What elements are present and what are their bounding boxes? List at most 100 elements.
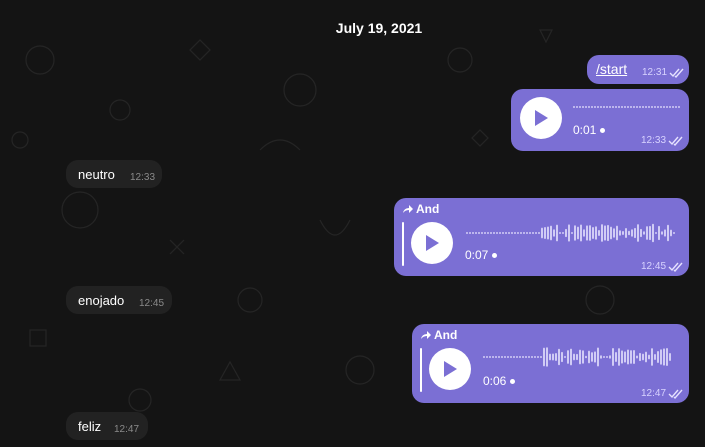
waveform-bar — [505, 232, 507, 234]
waveform-bar — [634, 227, 636, 239]
duration-text: 0:06 — [483, 374, 507, 388]
waveform-bar — [597, 106, 599, 108]
waveform-bar — [630, 350, 632, 364]
waveform-bar — [655, 232, 657, 234]
forward-arrow-icon — [403, 204, 413, 213]
waveform-bar — [612, 106, 614, 108]
waveform-bar — [673, 232, 675, 234]
waveform-bar — [487, 232, 489, 234]
waveform-bar — [669, 352, 671, 362]
waveform-bar — [663, 106, 665, 108]
double-check-icon — [668, 389, 683, 399]
waveform-bar — [660, 106, 662, 108]
waveform-bar — [630, 106, 632, 108]
waveform-bar — [495, 356, 497, 358]
start-command-link[interactable]: /start — [596, 61, 627, 77]
waveform-bar — [558, 348, 560, 366]
waveform-bar — [571, 232, 573, 234]
waveform-bar — [525, 356, 527, 358]
waveform-bar — [570, 348, 572, 366]
waveform-bar — [604, 225, 606, 241]
waveform-bar — [643, 231, 645, 235]
waveform-bar — [568, 224, 570, 242]
duration-text: 0:01 — [573, 123, 597, 137]
message-meta: 12:47 — [641, 388, 684, 399]
waveform-bar — [639, 352, 641, 362]
waveform-bar — [481, 232, 483, 234]
waveform-bar — [511, 232, 513, 234]
unplayed-dot — [492, 252, 498, 258]
voice-message-1[interactable]: 0:01 12:33 — [511, 89, 689, 151]
waveform-bar — [603, 106, 605, 108]
message-feliz[interactable]: feliz 12:47 — [66, 412, 148, 440]
waveform-bar — [526, 232, 528, 234]
waveform-bar — [660, 349, 662, 365]
message-enojado[interactable]: enojado 12:45 — [66, 286, 172, 314]
waveform-bar — [486, 356, 488, 358]
waveform-bar — [552, 353, 554, 361]
waveform-bar — [564, 356, 566, 358]
forwarded-header: And — [420, 328, 457, 342]
voice-message-2[interactable]: And 0:07 12:45 — [394, 198, 689, 276]
forward-quote-bar — [402, 222, 404, 266]
waveform-bar — [636, 355, 638, 359]
waveform-bar — [658, 225, 660, 241]
waveform-bar — [559, 232, 561, 234]
waveform-bar — [607, 224, 609, 242]
waveform-bar — [600, 355, 602, 359]
message-time: 12:47 — [641, 388, 667, 399]
waveform-bar — [540, 356, 542, 358]
waveform-bar — [618, 106, 620, 108]
double-check-icon — [668, 262, 683, 272]
waveform-bar — [532, 232, 534, 234]
waveform-bar — [645, 106, 647, 108]
waveform-bar — [553, 229, 555, 237]
waveform-bar — [627, 349, 629, 365]
date-separator: July 19, 2021 — [335, 20, 423, 36]
waveform-bar — [499, 232, 501, 234]
message-time: 12:47 — [114, 424, 140, 435]
waveform-bar — [594, 351, 596, 363]
waveform-bar — [546, 347, 548, 367]
waveform-bar — [543, 347, 545, 367]
waveform-bar — [580, 224, 582, 242]
waveform-bar — [633, 106, 635, 108]
waveform-bar — [528, 356, 530, 358]
waveform-bar — [556, 224, 558, 242]
waveform-bar — [504, 356, 506, 358]
waveform-bar — [579, 349, 581, 365]
forward-quote-bar — [420, 348, 422, 392]
waveform-bar — [618, 348, 620, 366]
waveform-bar — [514, 232, 516, 234]
waveform-bar — [493, 232, 495, 234]
waveform-bar — [648, 354, 650, 360]
play-button[interactable] — [429, 348, 471, 390]
message-time: 12:45 — [139, 298, 165, 309]
waveform-bar — [475, 232, 477, 234]
message-start[interactable]: /start 12:31 — [587, 55, 689, 84]
waveform-bar — [576, 106, 578, 108]
forwarded-from: And — [434, 328, 458, 342]
waveform-bar — [666, 348, 668, 366]
waveform-bar — [562, 232, 564, 234]
play-button[interactable] — [520, 97, 562, 139]
waveform-bar — [648, 106, 650, 108]
waveform-bar — [507, 356, 509, 358]
waveform-bar — [565, 228, 567, 238]
waveform-bar — [496, 232, 498, 234]
forward-arrow-icon — [421, 330, 431, 339]
waveform-bar — [549, 353, 551, 361]
waveform-bar — [591, 352, 593, 362]
voice-message-3[interactable]: And 0:06 12:47 — [412, 324, 689, 403]
waveform-bar — [501, 356, 503, 358]
play-button[interactable] — [411, 222, 453, 264]
message-neutro[interactable]: neutro 12:33 — [66, 160, 162, 188]
waveform-bar — [619, 230, 621, 236]
waveform-bar — [588, 350, 590, 364]
waveform-bar — [646, 226, 648, 240]
waveform-bar — [478, 232, 480, 234]
waveform-bar — [667, 224, 669, 242]
waveform-bar — [669, 106, 671, 108]
waveform-bar — [522, 356, 524, 358]
waveform-bar — [490, 232, 492, 234]
